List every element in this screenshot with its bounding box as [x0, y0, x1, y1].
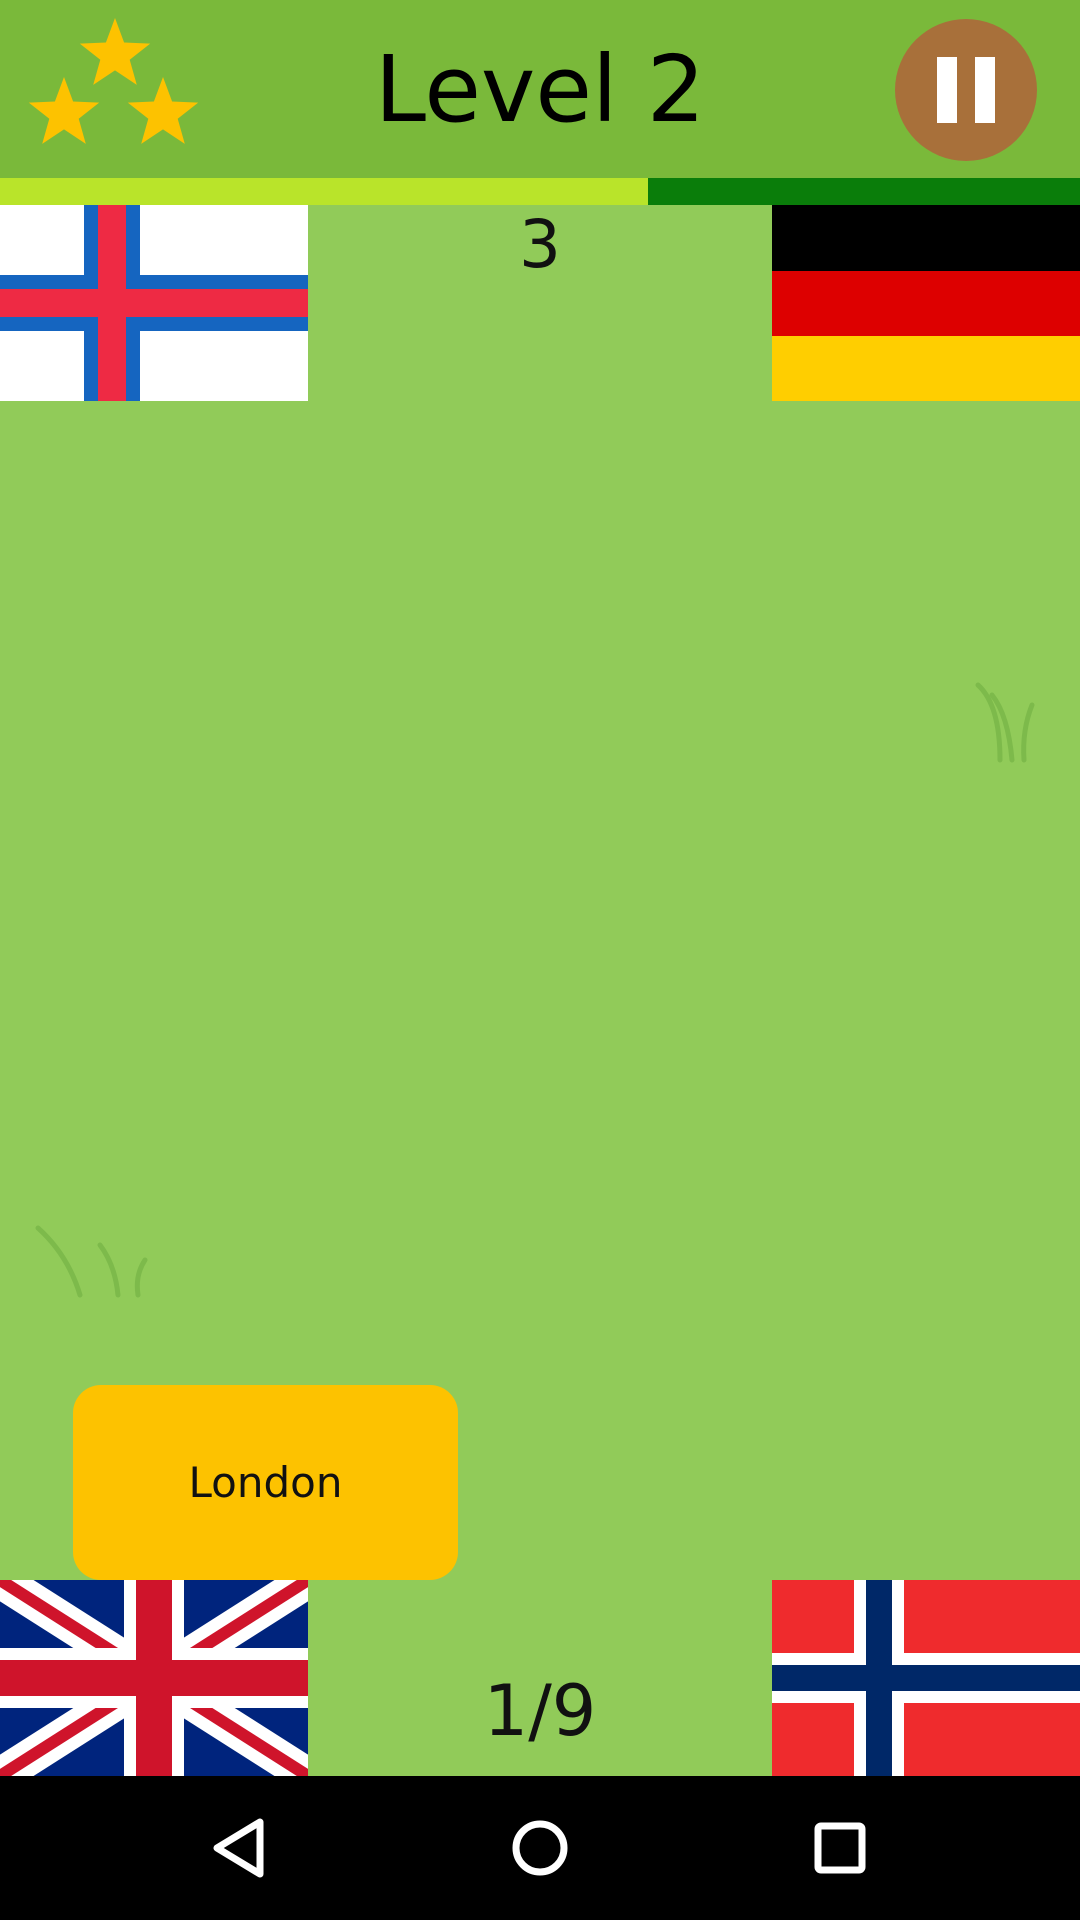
recents-square-icon: [814, 1822, 866, 1874]
header-bar: Level 2: [0, 0, 1080, 178]
united-kingdom-flag-icon: [0, 1580, 308, 1776]
star-icon: [28, 77, 100, 144]
norway-flag[interactable]: [772, 1580, 1080, 1776]
question-counter: 1/9: [483, 1670, 597, 1752]
pause-bar-right: [975, 57, 995, 123]
germany-flag-icon: [772, 205, 1080, 401]
timer-bar-fill: [0, 178, 648, 205]
level-title: Level 2: [374, 36, 706, 143]
grass-tuft-icon: [975, 682, 1035, 763]
stars-rating: [28, 18, 199, 144]
star-icon: [79, 18, 151, 85]
capital-card-london[interactable]: London: [73, 1385, 458, 1580]
back-button[interactable]: [190, 1798, 290, 1898]
pause-button[interactable]: [895, 19, 1037, 161]
faroe-islands-flag-icon: [0, 205, 308, 401]
countdown-number: 3: [519, 206, 561, 283]
pause-bar-left: [937, 57, 957, 123]
home-button[interactable]: [490, 1798, 590, 1898]
faroe-islands-flag[interactable]: [0, 205, 308, 401]
home-circle-icon: [512, 1820, 568, 1876]
star-icon: [127, 77, 199, 144]
grass-tuft-icon: [35, 1225, 148, 1298]
android-navigation-bar: [0, 1776, 1080, 1920]
timer-bar: [0, 178, 1080, 205]
norway-flag-icon: [772, 1580, 1080, 1776]
game-screen: Level 2 3 London 1/9: [0, 0, 1080, 1920]
germany-flag[interactable]: [772, 205, 1080, 401]
united-kingdom-flag[interactable]: [0, 1580, 308, 1776]
recents-button[interactable]: [790, 1798, 890, 1898]
back-triangle-icon: [213, 1818, 264, 1878]
